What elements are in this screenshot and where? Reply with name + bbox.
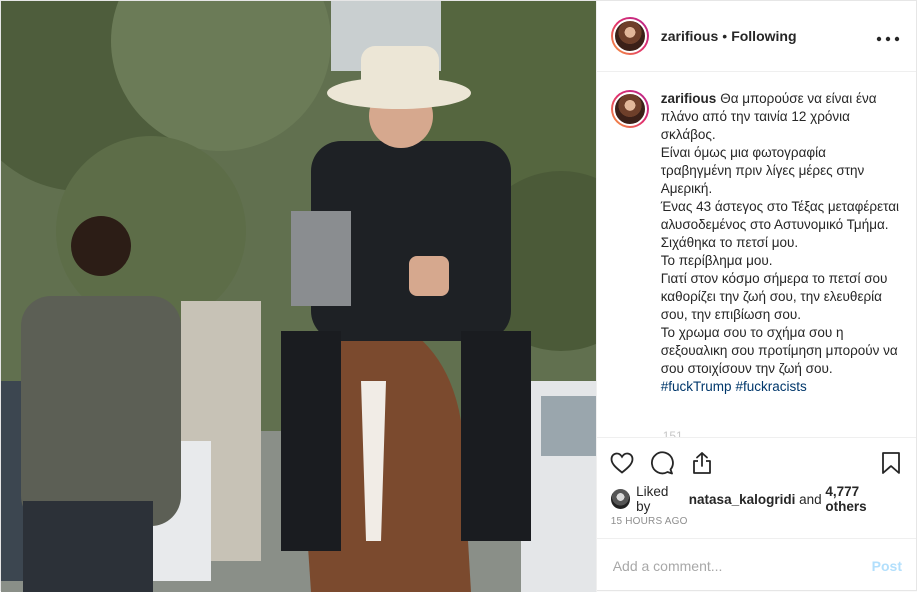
post-header: zarifious • Following: [596, 1, 916, 72]
caption-hashtags: #fuckTrump #fuckracists: [661, 378, 900, 396]
caption-avatar[interactable]: [610, 90, 649, 128]
author-username[interactable]: zarifious: [661, 28, 719, 44]
author-info: zarifious • Following: [661, 28, 797, 44]
post-timestamp[interactable]: 15 HOURS AGO: [597, 510, 916, 538]
bookmark-icon[interactable]: [878, 450, 904, 476]
caption-line-7: Το χρωμα σου το σχήμα σου η σεξουαλικη σ…: [660, 325, 898, 376]
liker-avatar[interactable]: [610, 489, 631, 509]
likes-connector: and: [799, 491, 822, 507]
author-avatar[interactable]: [610, 17, 649, 55]
post-sidebar: zarifious • Following zarifious Θα μπορού…: [595, 1, 916, 592]
liker-username[interactable]: natasa_kalogridi: [689, 492, 796, 507]
likes-prefix: Liked by: [636, 484, 669, 514]
follow-status-button[interactable]: Following: [731, 28, 796, 44]
caption-line-6: Γιατί στον κόσμο σήμερα το πετσί σου καθ…: [660, 271, 888, 322]
caption-line-2: Είναι όμως μια φωτογραφία τραβηγμένη πρι…: [660, 145, 865, 196]
comment-box: Post: [596, 538, 916, 592]
share-icon[interactable]: [689, 450, 715, 476]
hashtag-link[interactable]: #fuckracists: [735, 379, 806, 394]
caption-line-5: Το περίβλημα μου.: [660, 253, 773, 268]
caption-line-4: Σιχάθηκα το πετσί μου.: [660, 235, 799, 250]
cut-off-text: 151: [662, 429, 683, 437]
heart-icon[interactable]: [609, 450, 635, 476]
comment-bubble-icon[interactable]: [649, 450, 675, 476]
post-comment-button[interactable]: Post: [872, 558, 902, 574]
caption-text: zarifious Θα μπορούσε να είναι ένα πλάνο …: [661, 90, 900, 437]
caption-line-1: zarifious Θα μπορούσε να είναι ένα πλάνο …: [661, 90, 900, 144]
more-options-icon[interactable]: [876, 26, 900, 46]
post-photo[interactable]: [1, 1, 596, 592]
caption-line-3: Ένας 43 άστεγος στο Τέξας μεταφέρεται αλ…: [660, 199, 900, 232]
photo-illustration: [1, 1, 596, 592]
instagram-post: zarifious • Following zarifious Θα μπορού…: [0, 0, 917, 592]
caption-username[interactable]: zarifious: [661, 91, 717, 106]
actions-block: Liked by natasa_kalogridi and 4,777 othe…: [596, 437, 916, 592]
action-bar: [597, 438, 916, 488]
likes-summary: Liked by natasa_kalogridi and 4,777 othe…: [597, 484, 916, 514]
caption-section: zarifious Θα μπορούσε να είναι ένα πλάνο …: [597, 72, 916, 437]
comment-input[interactable]: [612, 557, 872, 574]
separator-dot: •: [722, 28, 728, 44]
hashtag-link[interactable]: #fuckTrump: [661, 379, 732, 394]
likes-count-link[interactable]: 4,777 others: [825, 484, 902, 514]
